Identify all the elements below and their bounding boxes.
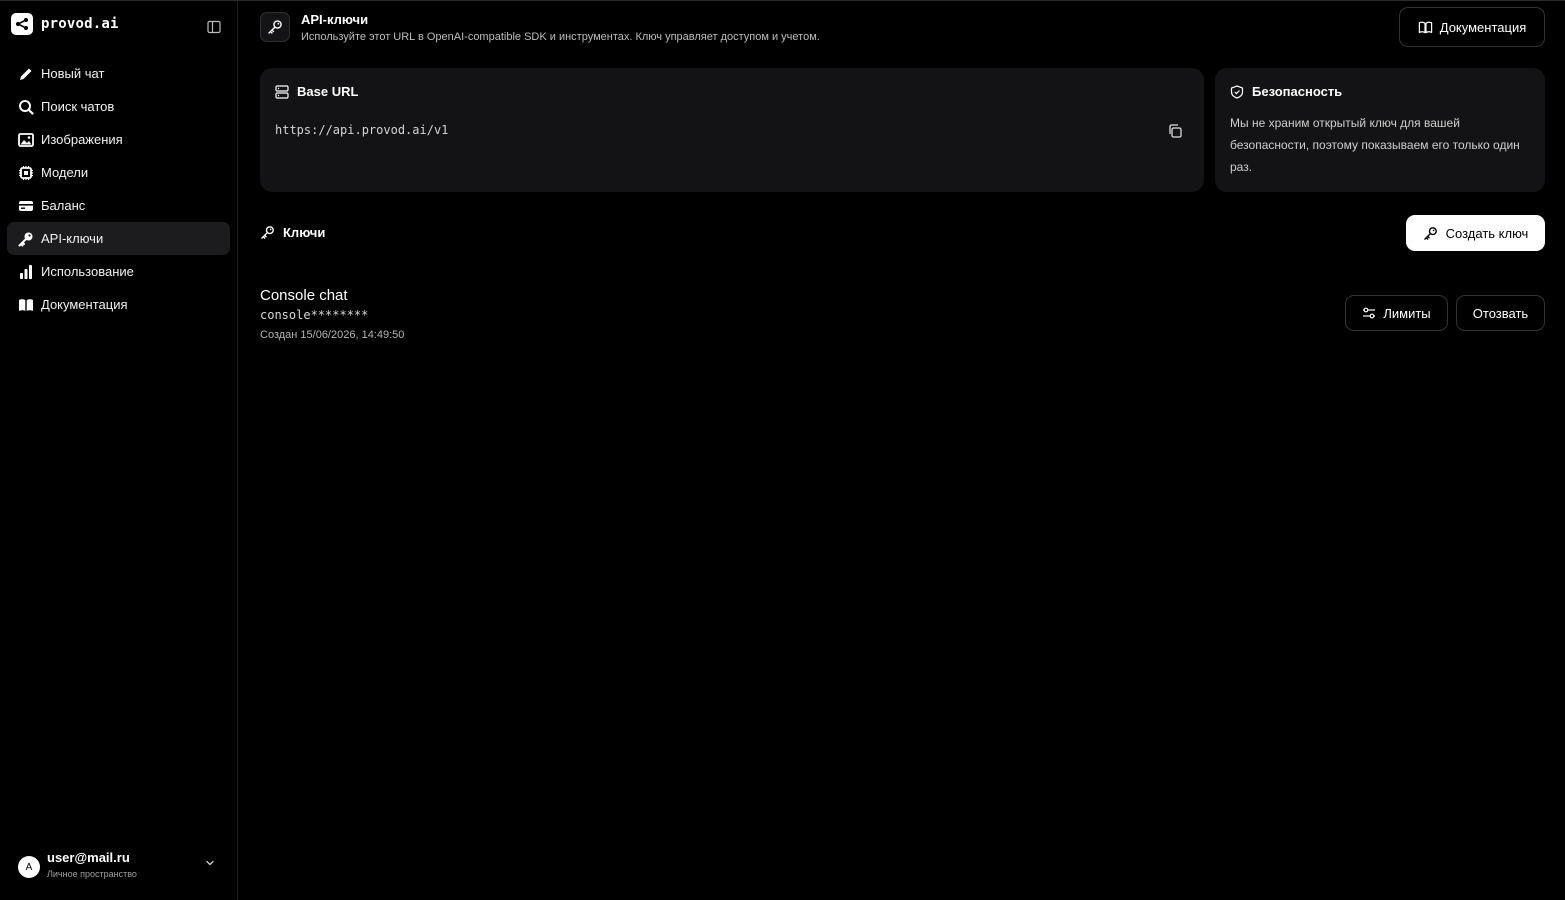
sidebar-item-label: Баланс — [41, 198, 86, 213]
brand-name: provod.ai — [41, 16, 119, 32]
sidebar-item-label: Новый чат — [41, 66, 105, 81]
base-url-card: Base URL https://api.provod.ai/v1 — [260, 68, 1204, 192]
sidebar-item-label: Модели — [41, 165, 89, 180]
share-icon — [11, 13, 33, 35]
key-icon — [18, 231, 34, 247]
limits-button[interactable]: Лимиты — [1345, 295, 1448, 331]
sidebar-item-images[interactable]: Изображения — [7, 123, 230, 156]
documentation-button[interactable]: Документация — [1399, 7, 1545, 47]
chip-icon — [18, 165, 34, 181]
avatar: A — [18, 856, 40, 878]
sidebar: provod.ai Новый чат Поиск чатов Изображе… — [0, 1, 238, 900]
shield-check-icon — [1230, 84, 1244, 99]
base-url-header: Base URL — [275, 84, 358, 99]
server-icon — [275, 84, 289, 99]
key-masked-value: console******** — [260, 308, 369, 322]
sidebar-item-search-chats[interactable]: Поиск чатов — [7, 90, 230, 123]
page-subtitle: Используйте этот URL в OpenAI-compatible… — [301, 31, 820, 43]
sidebar-item-models[interactable]: Модели — [7, 156, 230, 189]
base-url-title: Base URL — [297, 84, 359, 99]
search-icon — [18, 99, 34, 115]
user-workspace: Личное пространство — [47, 868, 137, 879]
sidebar-item-api-keys[interactable]: API-ключи — [7, 222, 230, 255]
sidebar-item-label: Изображения — [41, 132, 123, 147]
security-title: Безопасность — [1252, 84, 1343, 99]
sidebar-toggle-icon[interactable] — [206, 19, 222, 35]
sidebar-item-usage[interactable]: Использование — [7, 255, 230, 288]
sidebar-item-new-chat[interactable]: Новый чат — [7, 57, 230, 90]
wallet-icon — [18, 198, 34, 214]
key-name: Console chat — [260, 287, 348, 304]
user-info: user@mail.ru Личное пространство — [47, 850, 137, 881]
create-key-label: Создать ключ — [1445, 225, 1529, 241]
image-icon — [18, 132, 34, 148]
user-email: user@mail.ru — [47, 849, 130, 865]
copy-icon[interactable] — [1167, 123, 1183, 139]
security-card: Безопасность Мы не храним открытый ключ … — [1215, 68, 1545, 192]
key-icon — [1423, 226, 1438, 241]
sidebar-item-balance[interactable]: Баланс — [7, 189, 230, 222]
base-url-value[interactable]: https://api.provod.ai/v1 — [275, 123, 448, 137]
sidebar-item-label: Документация — [41, 297, 128, 312]
limits-button-label: Лимиты — [1383, 305, 1431, 321]
book-icon — [18, 297, 34, 313]
user-menu[interactable]: A user@mail.ru Личное пространство — [18, 845, 223, 885]
sidebar-item-label: Использование — [41, 264, 134, 279]
keys-section-title: Ключи — [260, 225, 325, 240]
revoke-button[interactable]: Отозвать — [1456, 295, 1545, 331]
key-created-date: Создан 15/06/2026, 14:49:50 — [260, 329, 405, 341]
page-title: API-ключи — [301, 12, 369, 27]
sidebar-item-documentation[interactable]: Документация — [7, 288, 230, 321]
sidebar-item-label: Поиск чатов — [41, 99, 115, 114]
key-list-item: Console chat console******** Создан 15/0… — [260, 285, 1545, 345]
sidebar-item-label: API-ключи — [41, 231, 104, 246]
chevron-down-icon — [205, 855, 215, 866]
brand[interactable]: provod.ai — [11, 12, 119, 36]
create-key-button[interactable]: Создать ключ — [1406, 215, 1545, 251]
app-window: provod.ai Новый чат Поиск чатов Изображе… — [0, 0, 1565, 900]
key-icon — [260, 12, 290, 42]
pencil-icon — [18, 66, 34, 82]
sliders-icon — [1362, 306, 1376, 320]
security-text: Мы не храним открытый ключ для вашей без… — [1230, 116, 1520, 174]
keys-title-label: Ключи — [283, 225, 326, 240]
key-icon — [260, 225, 275, 240]
revoke-button-label: Отозвать — [1472, 305, 1529, 321]
bar-chart-icon — [18, 264, 34, 280]
security-header: Безопасность — [1230, 84, 1342, 99]
sidebar-nav: Новый чат Поиск чатов Изображения Модели… — [7, 57, 230, 321]
book-open-icon — [1418, 20, 1433, 35]
documentation-button-label: Документация — [1439, 19, 1527, 35]
